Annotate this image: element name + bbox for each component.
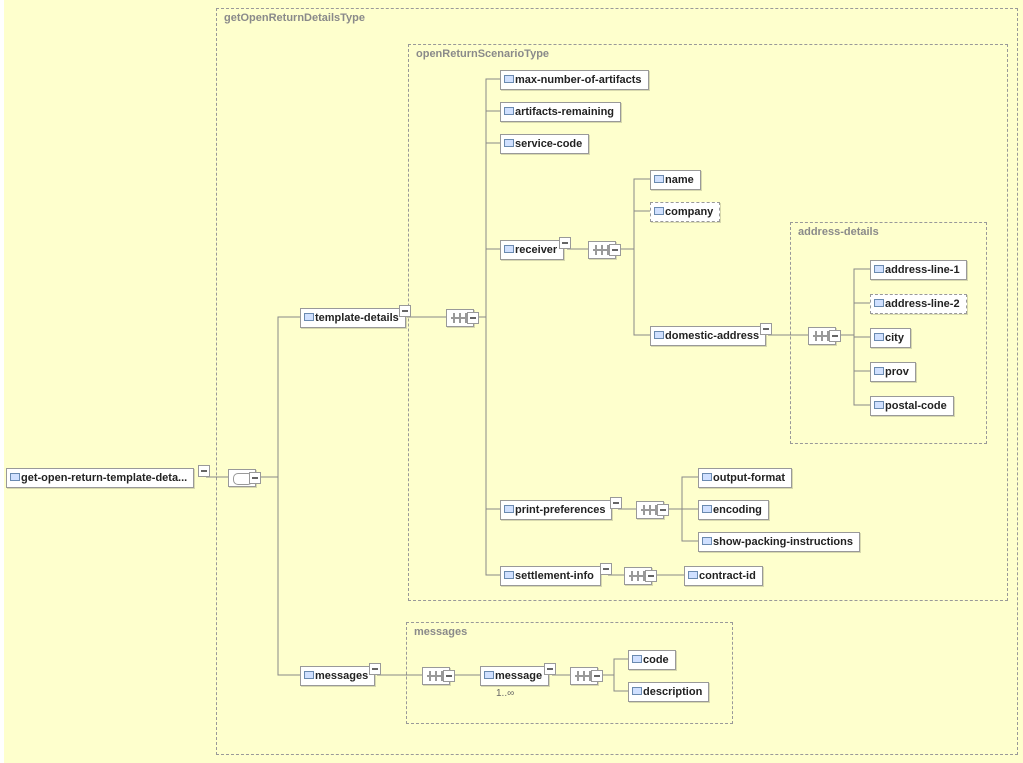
node-msg-description[interactable]: description — [628, 682, 709, 702]
node-message[interactable]: message — [480, 666, 549, 686]
group-label-outer: getOpenReturnDetailsType — [224, 12, 365, 24]
toggle-cm-message[interactable] — [591, 670, 603, 682]
toggle-messages[interactable] — [369, 663, 381, 675]
cm-print[interactable] — [636, 501, 664, 519]
toggle-message[interactable] — [544, 663, 556, 675]
node-receiver-name[interactable]: name — [650, 170, 701, 190]
node-addr-line1[interactable]: address-line-1 — [870, 260, 967, 280]
cm-root-choice[interactable] — [228, 469, 256, 487]
cm-address[interactable] — [808, 327, 836, 345]
node-print-prefs[interactable]: print-preferences — [500, 500, 612, 520]
node-addr-city[interactable]: city — [870, 328, 911, 348]
cm-settlement[interactable] — [624, 567, 652, 585]
node-root[interactable]: get-open-return-template-deta... — [6, 468, 194, 488]
toggle-cm-root[interactable] — [249, 472, 261, 484]
toggle-cm-receiver[interactable] — [609, 244, 621, 256]
node-template-details[interactable]: template-details — [300, 308, 406, 328]
node-addr-postal[interactable]: postal-code — [870, 396, 954, 416]
node-receiver-company[interactable]: company — [650, 202, 720, 222]
toggle-receiver[interactable] — [559, 237, 571, 249]
toggle-cm-messages[interactable] — [443, 670, 455, 682]
node-receiver[interactable]: receiver — [500, 240, 564, 260]
node-addr-prov[interactable]: prov — [870, 362, 916, 382]
toggle-cm-print[interactable] — [657, 504, 669, 516]
node-domestic-address[interactable]: domestic-address — [650, 326, 766, 346]
toggle-print-prefs[interactable] — [610, 497, 622, 509]
occurs-message: 1..∞ — [496, 688, 514, 699]
toggle-domestic-address[interactable] — [760, 323, 772, 335]
cm-messages[interactable] — [422, 667, 450, 685]
toggle-template-details[interactable] — [399, 305, 411, 317]
node-addr-line2[interactable]: address-line-2 — [870, 294, 967, 314]
toggle-cm-settlement[interactable] — [645, 570, 657, 582]
group-label-messages: messages — [414, 626, 467, 638]
node-show-packing[interactable]: show-packing-instructions — [698, 532, 860, 552]
node-contract-id[interactable]: contract-id — [684, 566, 763, 586]
group-label-scenario: openReturnScenarioType — [416, 48, 549, 60]
cm-message[interactable] — [570, 667, 598, 685]
toggle-cm-scenario[interactable] — [467, 312, 479, 324]
cm-scenario[interactable] — [446, 309, 474, 327]
node-max-artifacts[interactable]: max-number-of-artifacts — [500, 70, 649, 90]
cm-receiver[interactable] — [588, 241, 616, 259]
toggle-cm-address[interactable] — [829, 330, 841, 342]
node-artifacts-remaining[interactable]: artifacts-remaining — [500, 102, 621, 122]
toggle-root[interactable] — [198, 465, 210, 477]
node-messages[interactable]: messages — [300, 666, 375, 686]
group-label-address: address-details — [798, 226, 879, 238]
node-settlement[interactable]: settlement-info — [500, 566, 601, 586]
toggle-settlement[interactable] — [600, 563, 612, 575]
node-service-code[interactable]: service-code — [500, 134, 589, 154]
node-output-format[interactable]: output-format — [698, 468, 792, 488]
node-msg-code[interactable]: code — [628, 650, 676, 670]
node-encoding[interactable]: encoding — [698, 500, 769, 520]
